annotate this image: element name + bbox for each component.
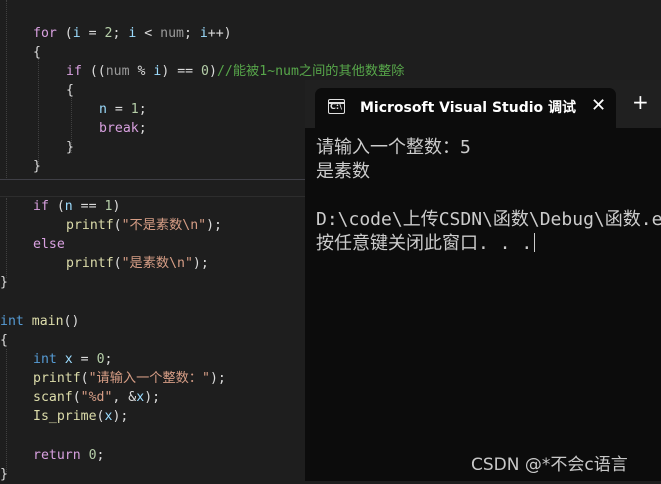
- code-line: else: [33, 237, 65, 252]
- terminal-tab[interactable]: C:\ Microsoft Visual Studio 调试控制台 ✕: [315, 88, 616, 128]
- code-line: int x = 0;: [33, 352, 113, 367]
- code-line: Is_prime(x);: [33, 409, 129, 424]
- code-line: for (i = 2; i < num; i++): [33, 26, 232, 41]
- code-line: return 0;: [33, 448, 105, 463]
- console-icon: C:\: [328, 99, 345, 114]
- code-line: int main(): [0, 314, 80, 329]
- code-line: break;: [99, 121, 147, 136]
- console-output-line: 按任意键关闭此窗口. . .: [316, 232, 536, 256]
- terminal-tab-title: Microsoft Visual Studio 调试控制台: [360, 100, 576, 116]
- indent-guide: [6, 349, 7, 474]
- code-line: }: [66, 140, 74, 155]
- code-line: printf("不是素数\n");: [66, 218, 222, 233]
- code-line: }: [33, 159, 41, 174]
- code-comment: //能被1~num之间的其他数整除: [216, 64, 405, 79]
- code-line: {: [33, 45, 41, 60]
- console-output-line: 请输入一个整数：5: [316, 137, 471, 158]
- watermark: CSDN @*不会c语言: [471, 455, 628, 475]
- terminal-tab-bar: C:\ Microsoft Visual Studio 调试控制台 ✕ +: [305, 80, 661, 128]
- new-tab-button[interactable]: +: [632, 91, 649, 113]
- indent-guide: [6, 198, 7, 278]
- console-output-line: 是素数: [316, 161, 370, 182]
- console-prompt-text: 按任意键关闭此窗口. . .: [316, 233, 533, 254]
- code-line: n = 1;: [99, 102, 147, 117]
- indent-guide: [6, 0, 7, 178]
- code-line: {: [66, 83, 74, 98]
- code-line: {: [0, 333, 8, 348]
- code-line: if (n == 1): [33, 199, 121, 214]
- code-line: if ((num % i) == 0)//能被1~num之间的其他数整除: [66, 64, 405, 79]
- editor-separator: [0, 179, 305, 180]
- code-line: printf("请输入一个整数：");: [33, 371, 226, 386]
- code-line: scanf("%d", &x);: [33, 390, 161, 405]
- debug-console-window[interactable]: C:\ Microsoft Visual Studio 调试控制台 ✕ + 请输…: [305, 80, 661, 481]
- console-output-line: D:\code\上传CSDN\函数\Debug\函数.exe: [316, 209, 661, 230]
- text-cursor: [534, 233, 536, 252]
- code-line: printf("是素数\n");: [66, 256, 209, 271]
- close-icon[interactable]: ✕: [591, 95, 606, 116]
- code-line: }: [0, 467, 8, 482]
- code-line: }: [0, 275, 8, 290]
- indent-guide: [38, 58, 39, 168]
